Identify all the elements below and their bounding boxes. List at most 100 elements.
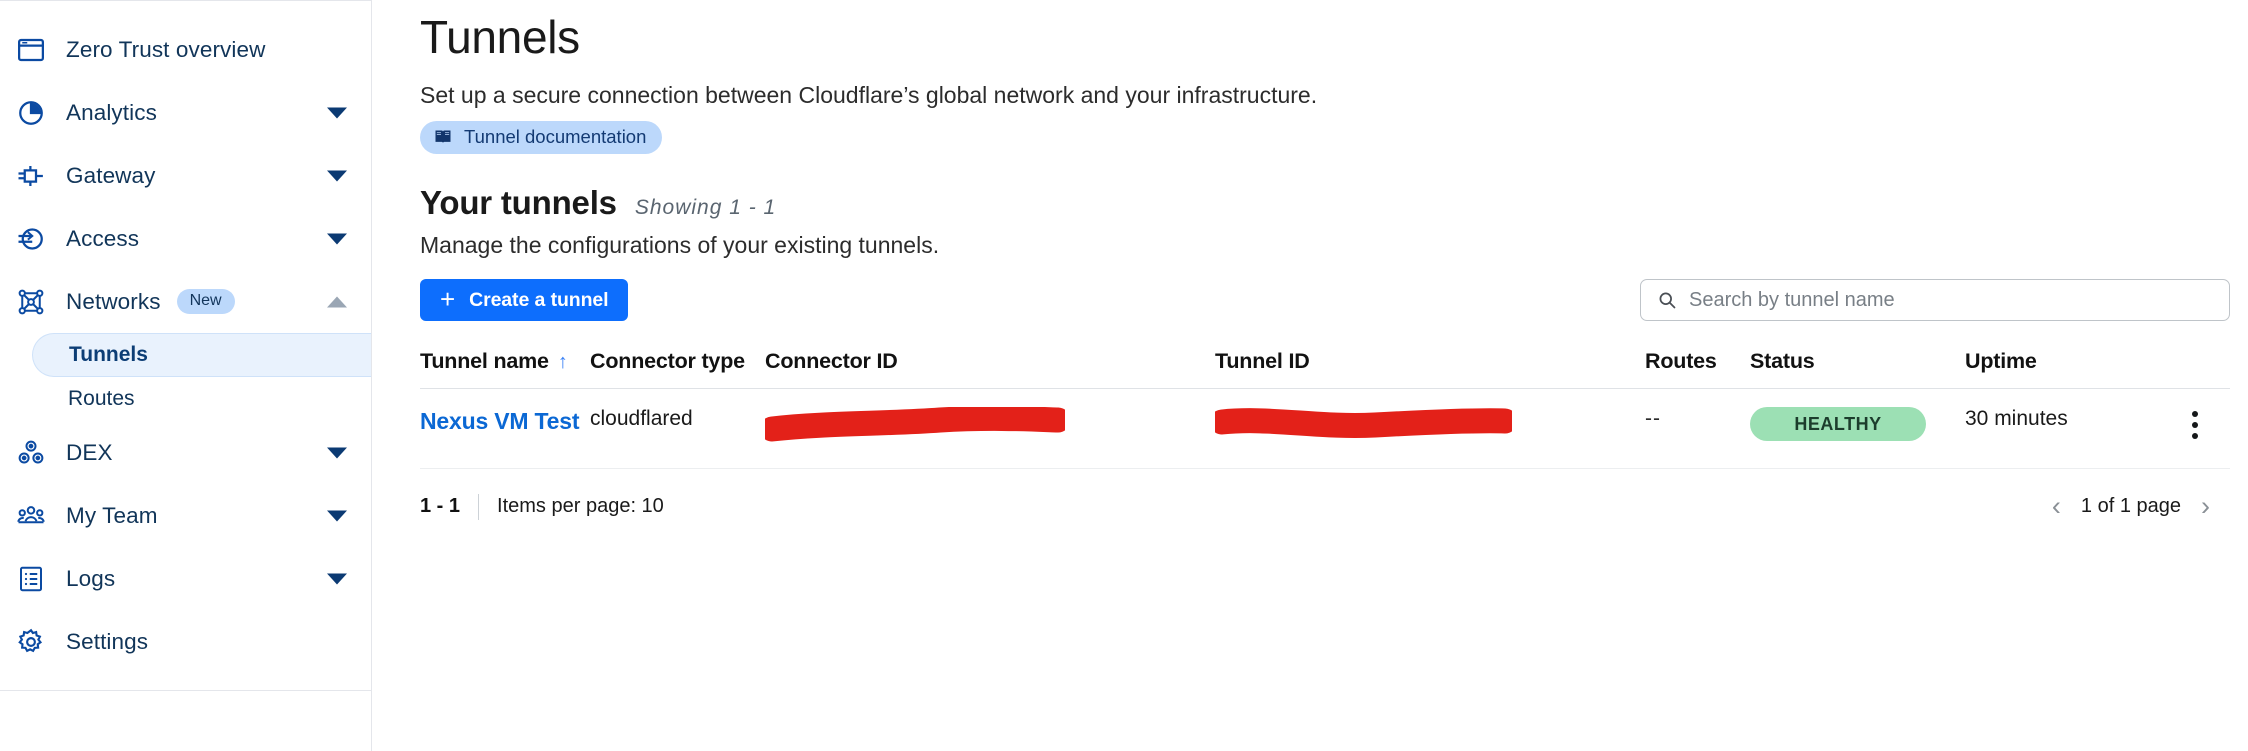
chevron-up-icon[interactable]: [327, 296, 347, 307]
pagination-page-label: 1 of 1 page: [2080, 495, 2181, 517]
tunnels-table: Tunnel name ↑ Connector type Connector I…: [420, 349, 2248, 520]
sidebar-item-dex[interactable]: DEX: [0, 421, 371, 484]
sidebar-item-label: Networks: [66, 288, 161, 314]
sidebar-item-my-team[interactable]: My Team: [0, 484, 371, 547]
page-title: Tunnels: [420, 11, 580, 63]
chevron-down-icon[interactable]: [327, 510, 347, 521]
column-header-status: Status: [1750, 349, 1965, 374]
chevron-left-icon[interactable]: ‹: [2052, 493, 2061, 520]
column-header-label: Tunnel name: [420, 349, 549, 373]
sidebar-item-label: Zero Trust overview: [66, 36, 266, 62]
sidebar-item-networks[interactable]: Networks New: [0, 270, 371, 333]
sidebar-item-gateway[interactable]: Gateway: [0, 144, 371, 207]
window-icon: [14, 33, 48, 67]
kebab-menu-icon[interactable]: [2188, 407, 2202, 443]
column-header-routes: Routes: [1645, 349, 1750, 374]
column-header-uptime: Uptime: [1965, 349, 2160, 374]
chevron-right-icon[interactable]: ›: [2201, 493, 2210, 520]
dex-icon: [14, 436, 48, 470]
column-header-label: Tunnel ID: [1215, 349, 1310, 373]
app-root: Zero Trust overview Analytics Gateway Ac…: [0, 0, 2248, 751]
search-icon: [1657, 290, 1677, 310]
team-icon: [14, 499, 48, 533]
sidebar-subitem-label: Tunnels: [69, 343, 148, 366]
sidebar-bottom-divider: [0, 690, 371, 691]
sidebar-item-routes[interactable]: Routes: [32, 377, 371, 421]
uptime-value: 30 minutes: [1965, 407, 2068, 430]
sidebar-item-label: Gateway: [66, 162, 156, 188]
pagination-range: 1 - 1: [420, 495, 461, 517]
gateway-icon: [14, 159, 48, 193]
pie-chart-icon: [14, 96, 48, 130]
access-icon: [14, 222, 48, 256]
sidebar-item-analytics[interactable]: Analytics: [0, 81, 371, 144]
column-header-tunnel-name[interactable]: Tunnel name ↑: [420, 349, 590, 374]
tunnel-id-redaction-mark: [1209, 407, 1645, 448]
sidebar-item-zero-trust-overview[interactable]: Zero Trust overview: [0, 18, 371, 81]
gear-icon: [14, 625, 48, 659]
sidebar-nav: Zero Trust overview Analytics Gateway Ac…: [0, 0, 371, 673]
book-icon: [433, 127, 453, 147]
cell-status: HEALTHY: [1750, 407, 1965, 441]
sidebar-item-label: Analytics: [66, 99, 157, 125]
chevron-down-icon[interactable]: [327, 233, 347, 244]
section-header: Your tunnels Showing 1 - 1: [420, 184, 2248, 222]
sidebar-item-settings[interactable]: Settings: [0, 610, 371, 673]
chevron-down-icon[interactable]: [327, 107, 347, 118]
search-input[interactable]: [1640, 279, 2230, 321]
arrow-up-icon: ↑: [557, 350, 568, 373]
pagination-summary: 1 - 1 Items per page: 10: [420, 493, 664, 520]
tunnel-name-link[interactable]: Nexus VM Test: [420, 408, 580, 434]
connector-id-redaction-mark: [759, 405, 1215, 448]
tunnel-documentation-label: Tunnel documentation: [464, 126, 647, 147]
cell-routes: --: [1645, 407, 1750, 431]
cell-uptime: 30 minutes: [1965, 407, 2160, 431]
cell-actions: [2160, 407, 2230, 443]
section-description: Manage the configurations of your existi…: [420, 232, 940, 258]
column-header-label: Connector type: [590, 349, 745, 373]
sidebar-item-label: Logs: [66, 565, 116, 591]
sidebar-item-label: DEX: [66, 439, 113, 465]
column-header-tunnel-id: Tunnel ID: [1215, 349, 1645, 374]
column-header-label: Routes: [1645, 349, 1717, 373]
cell-tunnel-name: Nexus VM Test: [420, 407, 590, 436]
column-header-connector-id: Connector ID: [765, 349, 1215, 374]
connector-type-value: cloudflared: [590, 407, 693, 430]
kebab-dot: [2192, 411, 2198, 417]
kebab-dot: [2192, 433, 2198, 439]
status-badge: HEALTHY: [1750, 407, 1926, 441]
page-subtitle: Set up a secure connection between Cloud…: [420, 82, 1318, 108]
section-title: Your tunnels: [420, 184, 617, 221]
sidebar-item-logs[interactable]: Logs: [0, 547, 371, 610]
sidebar-item-label: Settings: [66, 628, 149, 654]
column-header-label: Status: [1750, 349, 1815, 373]
kebab-dot: [2192, 422, 2198, 428]
sidebar-item-badge-new: New: [176, 289, 235, 314]
cell-tunnel-id: [1209, 407, 1645, 448]
column-header-label: Uptime: [1965, 349, 2037, 373]
pagination-controls: ‹ 1 of 1 page ›: [2052, 493, 2210, 520]
logs-icon: [14, 562, 48, 596]
column-header-connector-type: Connector type: [590, 349, 765, 374]
toolbar: + Create a tunnel: [420, 279, 2248, 321]
items-per-page-select[interactable]: Items per page: 10: [479, 495, 664, 518]
chevron-down-icon[interactable]: [327, 170, 347, 181]
sidebar-item-tunnels[interactable]: Tunnels: [32, 333, 371, 377]
chevron-down-icon[interactable]: [327, 573, 347, 584]
create-tunnel-button[interactable]: + Create a tunnel: [420, 279, 629, 321]
create-tunnel-label: Create a tunnel: [469, 288, 609, 311]
section-showing-count: Showing 1 - 1: [634, 196, 777, 219]
chevron-down-icon[interactable]: [327, 447, 347, 458]
routes-value: --: [1645, 407, 1661, 430]
network-icon: [14, 285, 48, 319]
sidebar: Zero Trust overview Analytics Gateway Ac…: [0, 0, 372, 751]
sidebar-top-divider: [0, 0, 371, 1]
table-header-row: Tunnel name ↑ Connector type Connector I…: [420, 349, 2230, 389]
cell-connector-type: cloudflared: [590, 407, 765, 431]
table-footer: 1 - 1 Items per page: 10 ‹ 1 of 1 page ›: [420, 493, 2230, 520]
tunnel-documentation-link[interactable]: Tunnel documentation: [420, 121, 663, 154]
sidebar-item-label: Access: [66, 225, 140, 251]
sidebar-item-label: My Team: [66, 502, 158, 528]
table-row: Nexus VM Test cloudflared -- HEALTHY 30 …: [420, 389, 2230, 469]
sidebar-item-access[interactable]: Access: [0, 207, 371, 270]
